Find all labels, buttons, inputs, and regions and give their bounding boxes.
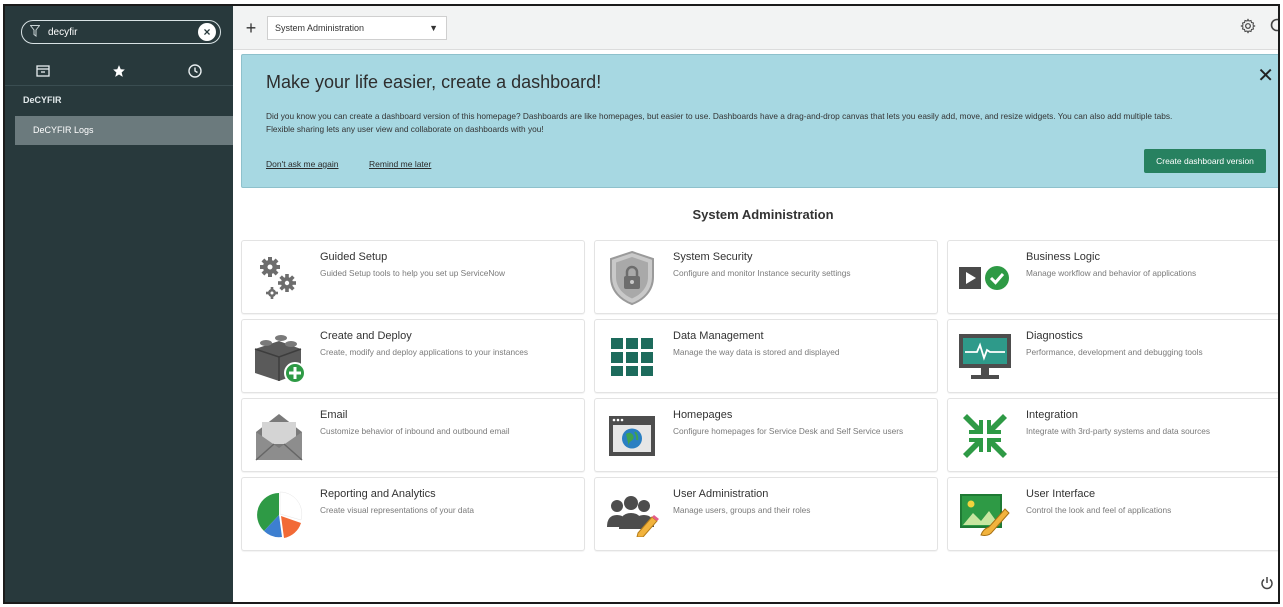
remind-later-link[interactable]: Remind me later — [369, 159, 431, 169]
tile-title: Email — [320, 409, 348, 421]
tile-create-and-deploy[interactable]: Create and Deploy Create, modify and dep… — [241, 319, 585, 393]
main-content: + System Administration ▼ Make your life… — [233, 6, 1278, 602]
tile-title: Reporting and Analytics — [320, 488, 436, 500]
tile-title: Guided Setup — [320, 251, 388, 263]
chevron-down-icon: ▼ — [429, 23, 438, 33]
tile-email[interactable]: Email Customize behavior of inbound and … — [241, 398, 585, 472]
filter-input[interactable] — [44, 23, 194, 41]
add-content-button[interactable]: + — [241, 18, 261, 38]
tile-description: Integrate with 3rd-party systems and dat… — [1026, 426, 1211, 436]
module-decyfir-logs[interactable]: DeCYFIR Logs — [15, 116, 233, 145]
tile-user-interface[interactable]: User Interface Control the look and feel… — [947, 477, 1278, 551]
banner-text-line1: Did you know you can create a dashboard … — [266, 111, 1173, 121]
grid-icon — [603, 328, 661, 386]
tile-title: Data Management — [673, 330, 764, 342]
power-icon[interactable] — [1260, 576, 1274, 590]
homepage-toolbar: + System Administration ▼ — [233, 6, 1278, 50]
homepage-select-value: System Administration — [275, 23, 365, 33]
gears-icon — [250, 249, 308, 307]
tile-description: Guided Setup tools to help you set up Se… — [320, 268, 505, 278]
tile-user-administration[interactable]: User Administration Manage users, groups… — [594, 477, 938, 551]
tile-system-security[interactable]: System Security Configure and monitor In… — [594, 240, 938, 314]
tile-guided-setup[interactable]: Guided Setup Guided Setup tools to help … — [241, 240, 585, 314]
tile-title: Business Logic — [1026, 251, 1100, 263]
play-check-icon — [956, 249, 1014, 307]
tile-description: Manage the way data is stored and displa… — [673, 347, 840, 357]
dont-ask-again-link[interactable]: Don't ask me again — [266, 159, 339, 169]
section-title: System Administration — [692, 207, 834, 222]
banner-text: Did you know you can create a dashboard … — [266, 110, 1276, 136]
tile-description: Create, modify and deploy applications t… — [320, 347, 529, 357]
picture-brush-icon — [956, 486, 1014, 544]
tile-title: Create and Deploy — [320, 330, 412, 342]
create-dashboard-button[interactable]: Create dashboard version — [1144, 149, 1266, 173]
clock-icon — [188, 63, 202, 78]
homepage-select[interactable]: System Administration ▼ — [267, 16, 447, 40]
users-pencil-icon — [603, 486, 661, 544]
filter-icon — [30, 25, 40, 37]
monitor-pulse-icon — [956, 328, 1014, 386]
tile-integration[interactable]: Integration Integrate with 3rd-party sys… — [947, 398, 1278, 472]
archive-icon — [36, 64, 50, 77]
star-icon — [113, 64, 125, 77]
tile-description: Manage workflow and behavior of applicat… — [1026, 268, 1197, 278]
search-icon[interactable] — [1270, 18, 1280, 34]
envelope-icon — [250, 407, 308, 465]
banner-title: Make your life easier, create a dashboar… — [266, 72, 602, 92]
gear-icon[interactable] — [1240, 18, 1256, 34]
tile-title: Diagnostics — [1026, 330, 1083, 342]
close-icon[interactable]: ✕ — [1257, 63, 1274, 88]
browser-globe-icon — [603, 407, 661, 465]
tile-description: Performance, development and debugging t… — [1026, 347, 1203, 357]
app-frame: × DeCYFIR DeC — [3, 4, 1280, 604]
shield-lock-icon — [603, 249, 661, 307]
tile-description: Configure and monitor Instance security … — [673, 268, 851, 278]
tile-data-management[interactable]: Data Management Manage the way data is s… — [594, 319, 938, 393]
tab-favorites[interactable] — [99, 59, 139, 83]
blocks-plus-icon — [250, 328, 308, 386]
navigator-sidebar: × DeCYFIR DeC — [5, 6, 233, 602]
application-header[interactable]: DeCYFIR — [23, 95, 62, 105]
tab-history[interactable] — [175, 59, 215, 83]
tile-description: Manage users, groups and their roles — [673, 505, 811, 515]
tile-description: Create visual representations of your da… — [320, 505, 475, 515]
navigator-tabs — [5, 56, 233, 86]
clear-filter-button[interactable]: × — [198, 23, 216, 41]
pie-chart-icon — [250, 486, 308, 544]
tile-title: Homepages — [673, 409, 733, 421]
tile-homepages[interactable]: Homepages Configure homepages for Servic… — [594, 398, 938, 472]
tile-reporting-and-analytics[interactable]: Reporting and Analytics Create visual re… — [241, 477, 585, 551]
tile-title: System Security — [673, 251, 753, 263]
admin-tiles-grid: Guided Setup Guided Setup tools to help … — [241, 240, 1278, 551]
dashboard-banner: Make your life easier, create a dashboar… — [241, 54, 1278, 188]
tile-title: Integration — [1026, 409, 1078, 421]
tile-title: User Interface — [1026, 488, 1096, 500]
tile-description: Control the look and feel of application… — [1026, 505, 1172, 515]
banner-text-line2: Flexible sharing lets any user view and … — [266, 124, 544, 134]
tile-business-logic[interactable]: Business Logic Manage workflow and behav… — [947, 240, 1278, 314]
navigator-filter: × — [21, 20, 221, 44]
arrows-in-icon — [956, 407, 1014, 465]
tile-title: User Administration — [673, 488, 769, 500]
tile-description: Customize behavior of inbound and outbou… — [320, 426, 510, 436]
tab-all-applications[interactable] — [23, 59, 63, 83]
tile-description: Configure homepages for Service Desk and… — [673, 426, 904, 436]
tile-diagnostics[interactable]: Diagnostics Performance, development and… — [947, 319, 1278, 393]
